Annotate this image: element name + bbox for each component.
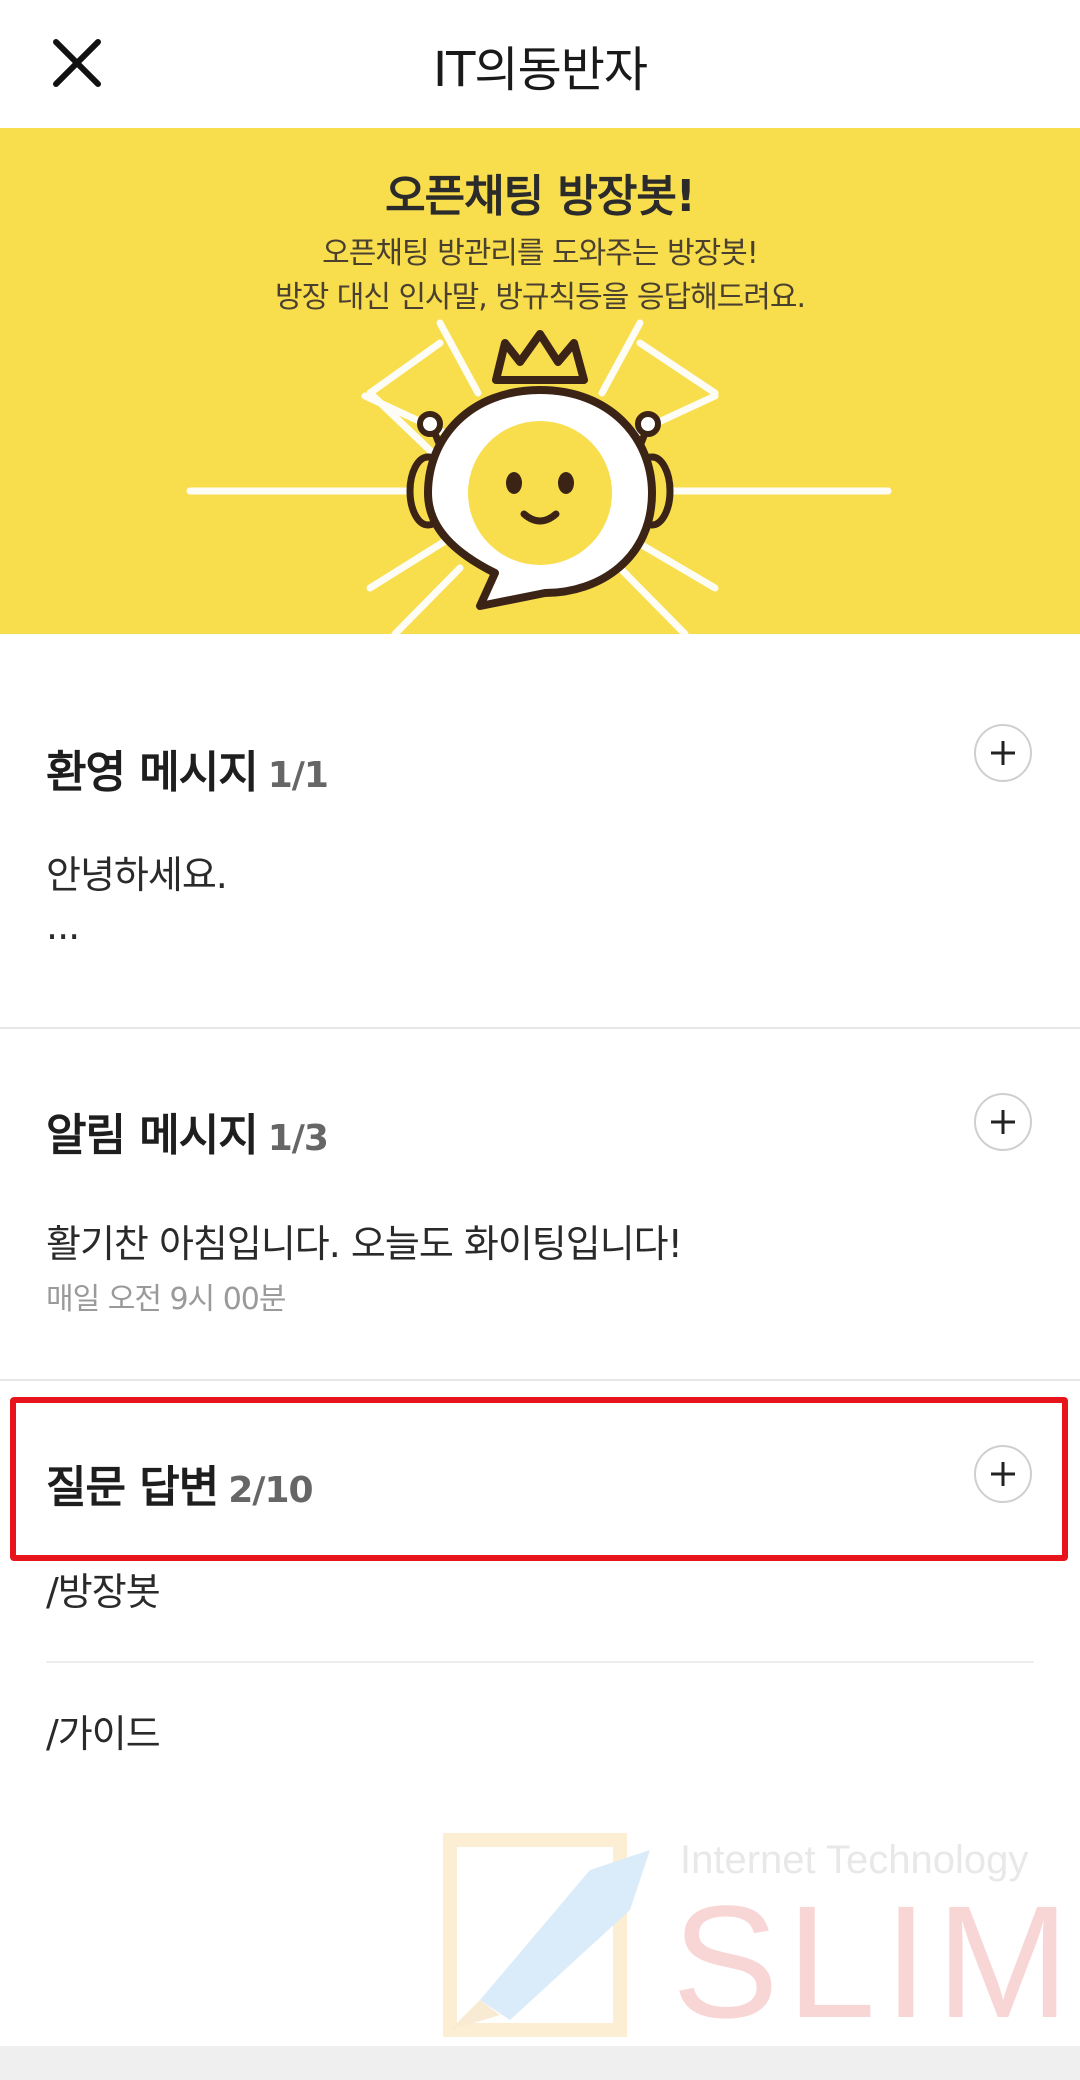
plus-icon (991, 741, 1015, 765)
plus-icon (991, 1110, 1015, 1134)
section-count: 1/3 (267, 1118, 329, 1159)
notice-message-section[interactable]: 알림 메시지 1/3 활기찬 아침입니다. 오늘도 화이팅입니다! 매일 오전 9… (0, 1029, 1080, 1379)
top-bar: IT의동반자 (0, 0, 1080, 128)
banner-desc-line: 방장 대신 인사말, 방규칙등을 응답해드려요. (274, 280, 806, 315)
section-count: 2/10 (228, 1470, 313, 1511)
notice-message-text: 활기찬 아침입니다. 오늘도 화이팅입니다! (46, 1222, 683, 1266)
section-title: 환영 메시지 1/1 (46, 736, 329, 800)
add-qa-button[interactable] (974, 1445, 1032, 1503)
bot-banner: 오픈채팅 방장봇! 오픈채팅 방관리를 도와주는 방장봇! 방장 대신 인사말,… (0, 128, 1080, 634)
section-title-text: 환영 메시지 (46, 747, 259, 798)
section-title: 질문 답변 2/10 (46, 1451, 314, 1515)
rocket-logo-icon (443, 1833, 650, 2037)
plus-icon (991, 1462, 1015, 1486)
section-count: 1/1 (267, 755, 329, 796)
section-title-text: 질문 답변 (46, 1462, 219, 1513)
welcome-message-line: ... (46, 904, 80, 948)
welcome-message-section[interactable]: 환영 메시지 1/1 안녕하세요. ... (0, 634, 1080, 1028)
qa-section[interactable]: 질문 답변 2/10 /방장봇 /가이드 (0, 1381, 1080, 1801)
watermark-brand: SLIM (672, 1872, 1078, 2051)
notice-schedule: 매일 오전 9시 00분 (46, 1282, 286, 1317)
section-title-text: 알림 메시지 (46, 1110, 259, 1161)
banner-title: 오픈채팅 방장봇! (385, 171, 696, 222)
add-welcome-message-button[interactable] (974, 724, 1032, 782)
qa-item[interactable]: /가이드 (46, 1703, 161, 1758)
bottom-bar (0, 2046, 1080, 2080)
crowned-bot-mascot (406, 330, 674, 610)
qa-item[interactable]: /방장봇 (46, 1561, 161, 1616)
section-title: 알림 메시지 1/3 (46, 1099, 329, 1163)
welcome-message-line: 안녕하세요. (46, 853, 228, 897)
item-divider (46, 1661, 1034, 1663)
page-title: IT의동반자 (432, 42, 648, 98)
banner-desc-line: 오픈채팅 방관리를 도와주는 방장봇! (322, 236, 759, 271)
watermark: Internet Technology SLIM (440, 1830, 1069, 2051)
banner-description: 오픈채팅 방관리를 도와주는 방장봇! 방장 대신 인사말, 방규칙등을 응답해… (0, 232, 1080, 320)
add-notice-message-button[interactable] (974, 1093, 1032, 1151)
